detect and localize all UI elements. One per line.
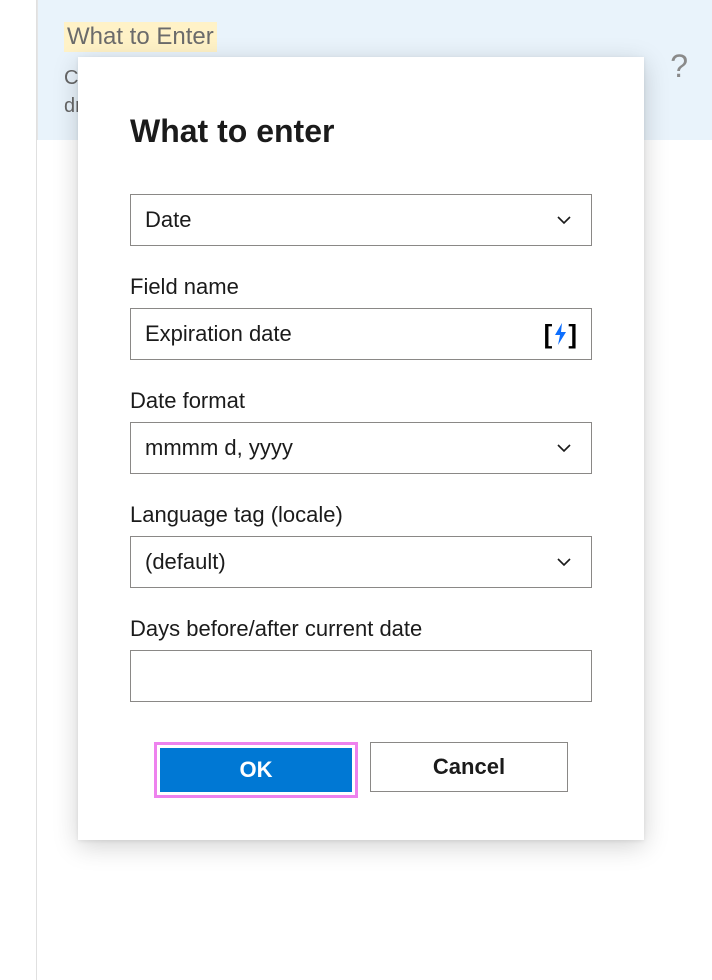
field-name-input[interactable]: Expiration date [ ] (130, 308, 592, 360)
language-tag-value: (default) (145, 549, 555, 575)
type-select-group: Date (130, 194, 592, 246)
chevron-down-icon (555, 439, 573, 457)
what-to-enter-dialog: What to enter Date Field name Expiration… (78, 57, 644, 840)
merge-field-icon[interactable]: [ ] (544, 319, 577, 350)
days-offset-group: Days before/after current date (130, 616, 592, 702)
language-tag-select[interactable]: (default) (130, 536, 592, 588)
date-format-value: mmmm d, yyyy (145, 435, 555, 461)
field-name-group: Field name Expiration date [ ] (130, 274, 592, 360)
vertical-divider (36, 0, 37, 980)
chevron-down-icon (555, 553, 573, 571)
ok-button-highlight: OK (154, 742, 358, 798)
date-format-label: Date format (130, 388, 592, 414)
dialog-button-row: OK Cancel (130, 742, 592, 798)
language-tag-group: Language tag (locale) (default) (130, 502, 592, 588)
date-format-group: Date format mmmm d, yyyy (130, 388, 592, 474)
dialog-title: What to enter (130, 113, 592, 150)
help-question-icon[interactable]: ? (670, 48, 688, 85)
cancel-button[interactable]: Cancel (370, 742, 568, 792)
ok-button[interactable]: OK (160, 748, 352, 792)
date-format-select[interactable]: mmmm d, yyyy (130, 422, 592, 474)
lightning-icon (552, 322, 568, 346)
language-tag-label: Language tag (locale) (130, 502, 592, 528)
days-offset-input[interactable] (130, 650, 592, 702)
chevron-down-icon (555, 211, 573, 229)
field-name-value: Expiration date (145, 321, 292, 347)
field-name-label: Field name (130, 274, 592, 300)
background-highlight: What to Enter (64, 22, 217, 52)
days-offset-label: Days before/after current date (130, 616, 592, 642)
type-select[interactable]: Date (130, 194, 592, 246)
type-select-value: Date (145, 207, 555, 233)
